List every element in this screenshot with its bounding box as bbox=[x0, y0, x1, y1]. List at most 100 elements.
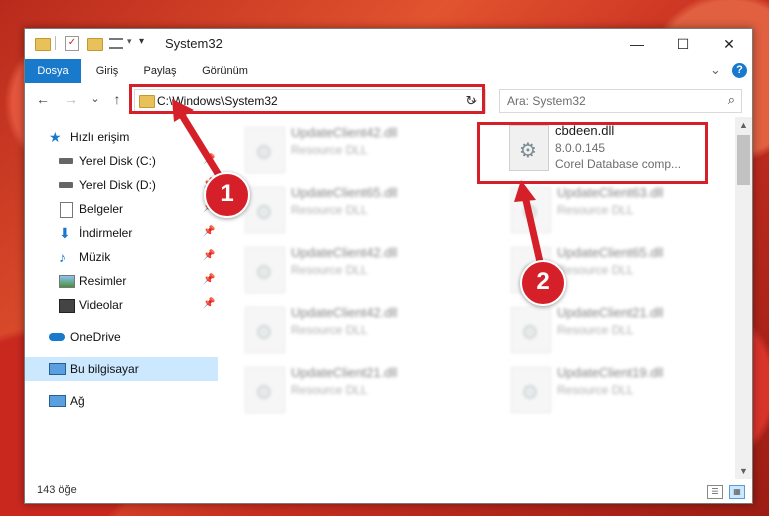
scroll-down-icon[interactable]: ▼ bbox=[735, 463, 752, 479]
cloud-icon bbox=[49, 333, 65, 341]
file-type: Resource DLL bbox=[557, 383, 634, 397]
dll-file-icon: ⚙ bbox=[245, 247, 285, 293]
file-name: UpdateClient19.dll bbox=[557, 365, 664, 380]
file-name: UpdateClient65.dll bbox=[291, 185, 398, 200]
sidebar-item-music[interactable]: ♪ Müzik 📌 bbox=[25, 245, 218, 269]
sidebar-item-downloads[interactable]: ⬇ İndirmeler 📌 bbox=[25, 221, 218, 245]
download-icon: ⬇ bbox=[59, 225, 71, 241]
sidebar-item-label: Ağ bbox=[70, 394, 85, 408]
sidebar-item-videos[interactable]: Videolar 📌 bbox=[25, 293, 218, 317]
navigation-pane: ★ Hızlı erişim Yerel Disk (C:) 📌 Yerel D… bbox=[25, 117, 218, 477]
file-item[interactable]: ⚙ UpdateClient21.dll Resource DLL bbox=[239, 361, 459, 417]
scroll-thumb[interactable] bbox=[737, 135, 750, 185]
tiles-view-icon[interactable]: ▦ bbox=[729, 485, 745, 499]
file-item[interactable]: ⚙ UpdateClient42.dll Resource DLL bbox=[239, 241, 459, 297]
new-folder-icon[interactable] bbox=[87, 38, 103, 51]
sidebar-item-disk-c[interactable]: Yerel Disk (C:) 📌 bbox=[25, 149, 218, 173]
tab-paylas[interactable]: Paylaş bbox=[137, 59, 183, 83]
star-icon: ★ bbox=[49, 129, 62, 145]
close-button[interactable]: ✕ bbox=[706, 29, 752, 59]
file-name: UpdateClient63.dll bbox=[557, 185, 664, 200]
sidebar-item-label: Belgeler bbox=[79, 202, 124, 216]
help-icon[interactable]: ? bbox=[732, 63, 747, 78]
pin-icon[interactable]: 📌 bbox=[203, 298, 215, 309]
sidebar-item-quick-access[interactable]: ★ Hızlı erişim bbox=[25, 125, 218, 149]
file-item[interactable]: ⚙ UpdateClient42.dll Resource DLL bbox=[239, 301, 459, 357]
file-type: Resource DLL bbox=[557, 263, 634, 277]
sidebar-item-label: Yerel Disk (D:) bbox=[79, 178, 156, 192]
pin-icon[interactable]: 📌 bbox=[203, 226, 215, 237]
back-button[interactable]: ← bbox=[35, 91, 51, 107]
file-item[interactable]: ⚙ UpdateClient42.dll Resource DLL bbox=[239, 121, 459, 177]
file-type: Resource DLL bbox=[557, 203, 634, 217]
file-type: Resource DLL bbox=[291, 143, 368, 157]
file-type: Resource DLL bbox=[291, 383, 368, 397]
videos-icon bbox=[59, 299, 75, 313]
sidebar-item-this-pc[interactable]: Bu bilgisayar bbox=[25, 357, 218, 381]
forward-button[interactable]: → bbox=[63, 91, 79, 107]
pin-icon[interactable]: 📌 bbox=[203, 274, 215, 285]
file-name: UpdateClient42.dll bbox=[291, 245, 398, 260]
file-name: UpdateClient42.dll bbox=[291, 125, 398, 140]
scroll-up-icon[interactable]: ▲ bbox=[735, 117, 752, 133]
title-bar: ✓ ▾ ▾ System32 — ☐ ✕ bbox=[25, 29, 752, 59]
qa-dropdown-icon[interactable]: ▾ bbox=[127, 36, 132, 47]
file-type: Resource DLL bbox=[291, 323, 368, 337]
sidebar-item-network[interactable]: Ağ bbox=[25, 389, 218, 413]
vertical-scrollbar[interactable]: ▲ ▼ bbox=[735, 117, 752, 479]
tab-giris[interactable]: Giriş bbox=[87, 59, 127, 83]
file-item[interactable]: ⚙ UpdateClient21.dll Resource DLL bbox=[505, 301, 725, 357]
music-icon: ♪ bbox=[59, 249, 66, 265]
maximize-button[interactable]: ☐ bbox=[660, 29, 706, 59]
window-title: System32 bbox=[165, 36, 223, 51]
documents-icon bbox=[60, 202, 73, 218]
search-box[interactable]: Ara: System32 ⌕ bbox=[499, 89, 742, 113]
dll-file-icon: ⚙ bbox=[245, 307, 285, 353]
pin-icon[interactable]: 📌 bbox=[203, 154, 215, 165]
file-name: UpdateClient21.dll bbox=[557, 305, 664, 320]
file-type: Resource DLL bbox=[291, 263, 368, 277]
pictures-icon bbox=[59, 275, 75, 288]
file-highlight-box bbox=[477, 122, 708, 184]
divider bbox=[55, 36, 56, 50]
sidebar-item-label: OneDrive bbox=[70, 330, 121, 344]
recent-locations-button[interactable]: ⌄ bbox=[87, 91, 103, 107]
dll-file-icon: ⚙ bbox=[511, 367, 551, 413]
dll-file-icon: ⚙ bbox=[245, 127, 285, 173]
sidebar-item-documents[interactable]: Belgeler 📌 bbox=[25, 197, 218, 221]
sidebar-item-onedrive[interactable]: OneDrive bbox=[25, 325, 218, 349]
view-options-icon[interactable] bbox=[109, 38, 123, 49]
up-button[interactable]: ↑ bbox=[109, 91, 125, 107]
tab-dosya[interactable]: Dosya bbox=[25, 59, 81, 83]
file-item[interactable]: ⚙ UpdateClient63.dll Resource DLL bbox=[505, 181, 725, 237]
gear-icon: ⚙ bbox=[255, 262, 273, 284]
gear-icon: ⚙ bbox=[255, 382, 273, 404]
customize-qa-icon[interactable]: ▾ bbox=[139, 36, 144, 47]
ribbon-tabs: Dosya Giriş Paylaş Görünüm ⌄ ? bbox=[25, 59, 752, 84]
sidebar-item-label: Videolar bbox=[79, 298, 123, 312]
pin-icon[interactable]: 📌 bbox=[203, 250, 215, 261]
dll-file-icon: ⚙ bbox=[511, 187, 551, 233]
expand-ribbon-icon[interactable]: ⌄ bbox=[710, 62, 721, 78]
drive-icon bbox=[59, 182, 73, 188]
file-item[interactable]: ⚙ UpdateClient19.dll Resource DLL bbox=[505, 361, 725, 417]
details-view-icon[interactable]: ☰ bbox=[707, 485, 723, 499]
dll-file-icon: ⚙ bbox=[245, 187, 285, 233]
network-icon bbox=[49, 395, 66, 407]
properties-icon[interactable]: ✓ bbox=[65, 36, 79, 51]
sidebar-item-pictures[interactable]: Resimler 📌 bbox=[25, 269, 218, 293]
computer-icon bbox=[49, 363, 66, 375]
gear-icon: ⚙ bbox=[255, 142, 273, 164]
folder-icon[interactable] bbox=[35, 38, 51, 51]
address-highlight-box bbox=[129, 84, 485, 114]
gear-icon: ⚙ bbox=[521, 202, 539, 224]
sidebar-item-disk-d[interactable]: Yerel Disk (D:) 📌 bbox=[25, 173, 218, 197]
file-item[interactable]: ⚙ UpdateClient65.dll Resource DLL bbox=[239, 181, 459, 237]
gear-icon: ⚙ bbox=[255, 322, 273, 344]
search-icon[interactable]: ⌕ bbox=[728, 92, 735, 108]
sidebar-item-label: Hızlı erişim bbox=[70, 130, 130, 144]
minimize-button[interactable]: — bbox=[614, 29, 660, 59]
file-name: UpdateClient65.dll bbox=[557, 245, 664, 260]
search-placeholder[interactable]: Ara: System32 bbox=[507, 94, 586, 108]
tab-gorunum[interactable]: Görünüm bbox=[195, 59, 255, 83]
